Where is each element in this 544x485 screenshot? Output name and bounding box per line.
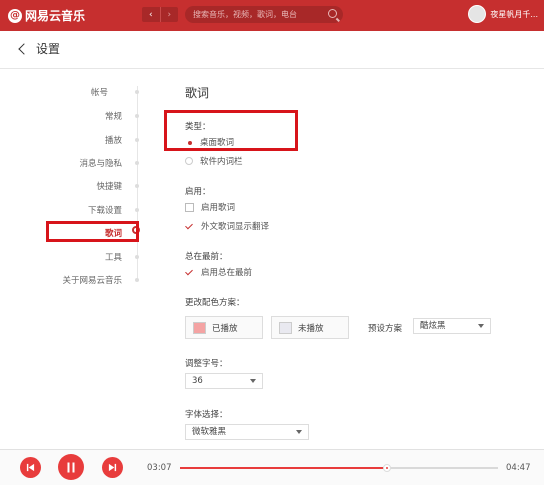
search-icon[interactable] (328, 9, 337, 18)
unplayed-color-label: 未播放 (298, 323, 324, 334)
played-swatch (193, 321, 206, 334)
header-divider (0, 68, 544, 69)
unplayed-swatch (279, 321, 292, 334)
preset-label: 预设方案 (368, 324, 403, 334)
sidebar-item-general[interactable]: 常规 (105, 110, 122, 122)
progress-fill (180, 467, 387, 469)
option-label: 启用歌词 (201, 203, 236, 213)
app-name: 网易云音乐 (25, 9, 86, 23)
fontsize-value: 36 (192, 376, 203, 386)
sidebar-dot (135, 161, 139, 165)
radio-icon[interactable] (185, 157, 193, 165)
checkmark-icon[interactable] (185, 221, 194, 231)
sidebar-item-account[interactable]: 帐号 (91, 86, 108, 98)
progress-bar[interactable] (180, 464, 498, 472)
sidebar-dot (135, 278, 139, 282)
option-label: 启用总在最前 (201, 268, 253, 278)
next-icon (108, 463, 117, 472)
sidebar-item-playback[interactable]: 播放 (105, 134, 122, 146)
section-title: 歌词 (185, 86, 210, 100)
played-color-label: 已播放 (212, 323, 238, 334)
forward-arrow-icon[interactable]: › (159, 7, 179, 22)
settings-header[interactable]: 设置 (18, 40, 60, 57)
title-bar: @ 网易云音乐 ‹ › 搜索音乐，视频，歌词，电台 夜星帆月千... (0, 0, 544, 31)
preset-select[interactable]: 酷炫黑 (413, 318, 491, 334)
chevron-down-icon (250, 379, 256, 383)
top-label: 总在最前： (185, 252, 228, 262)
fontsize-label: 调整字号： (185, 359, 228, 369)
sidebar-dot (135, 114, 139, 118)
back-chevron-icon[interactable] (18, 42, 30, 55)
enable-label: 启用： (185, 187, 211, 197)
search-input[interactable]: 搜索音乐，视频，歌词，电台 (185, 6, 343, 23)
netease-logo-icon: @ (8, 8, 22, 23)
sidebar-dot (135, 184, 139, 188)
enable-lyrics-option[interactable]: 启用歌词 (185, 201, 235, 213)
type-option-inapp[interactable]: 软件内词栏 (185, 155, 243, 167)
option-label: 外文歌词显示翻译 (201, 222, 270, 232)
current-time: 03:07 (147, 463, 172, 473)
sidebar-dot (135, 90, 139, 94)
unplayed-color-button[interactable]: 未播放 (271, 316, 349, 339)
font-label: 字体选择： (185, 410, 228, 420)
sidebar-item-shortcuts[interactable]: 快捷键 (96, 180, 122, 192)
font-select[interactable]: 微软雅黑 (185, 424, 309, 440)
translate-lyrics-option[interactable]: 外文歌词显示翻译 (185, 220, 269, 232)
sidebar-item-download[interactable]: 下载设置 (88, 204, 122, 216)
fontsize-select[interactable]: 36 (185, 373, 263, 389)
next-button[interactable] (102, 457, 123, 478)
player-bar: 03:07 04:47 (0, 449, 544, 485)
color-label: 更改配色方案： (185, 298, 245, 308)
checkbox-icon[interactable] (185, 202, 194, 212)
previous-button[interactable] (20, 457, 41, 478)
previous-icon (26, 463, 35, 472)
sidebar-item-privacy[interactable]: 消息与隐私 (79, 157, 122, 169)
checkmark-icon[interactable] (185, 267, 194, 277)
play-pause-button[interactable] (58, 454, 84, 480)
total-time: 04:47 (506, 463, 531, 473)
pause-icon (67, 462, 75, 472)
sidebar-item-about[interactable]: 关于网易云音乐 (62, 274, 122, 286)
history-nav: ‹ › (142, 7, 178, 22)
back-arrow-icon[interactable]: ‹ (142, 7, 160, 22)
sidebar-item-tools[interactable]: 工具 (105, 251, 122, 263)
played-color-button[interactable]: 已播放 (185, 316, 263, 339)
chevron-down-icon (478, 324, 484, 328)
type-highlight-box (164, 110, 298, 151)
user-menu[interactable]: 夜星帆月千... (468, 5, 538, 23)
search-placeholder: 搜索音乐，视频，歌词，电台 (193, 10, 297, 19)
preset-value: 酷炫黑 (420, 321, 446, 331)
font-value: 微软雅黑 (192, 427, 227, 437)
avatar[interactable] (468, 5, 487, 23)
sidebar-dot (135, 208, 139, 212)
sidebar-dot (135, 255, 139, 259)
sidebar-highlight-box (46, 221, 139, 242)
app-logo[interactable]: @ 网易云音乐 (8, 7, 85, 24)
chevron-down-icon (296, 430, 302, 434)
page-title: 设置 (36, 42, 61, 56)
progress-handle[interactable] (382, 464, 391, 472)
always-on-top-option[interactable]: 启用总在最前 (185, 266, 252, 278)
type-option-label: 软件内词栏 (200, 157, 243, 167)
username[interactable]: 夜星帆月千... (490, 9, 538, 20)
sidebar-dot (135, 138, 139, 142)
